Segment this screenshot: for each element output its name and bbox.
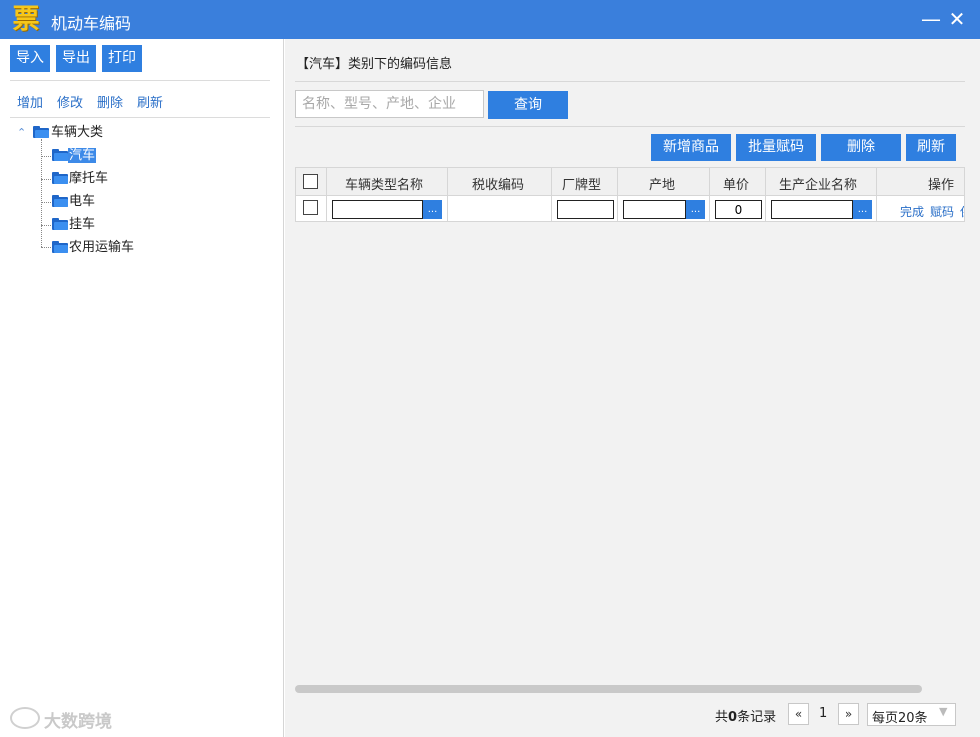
tree-connector (41, 156, 51, 157)
refresh-category-link[interactable]: 刷新 (137, 92, 163, 111)
window-title: 机动车编码 (51, 14, 132, 33)
column-header-maker: 生产企业名称 (779, 178, 858, 193)
divider (295, 126, 965, 127)
minimize-button[interactable]: — (918, 6, 944, 32)
edit-category-link[interactable]: 修改 (57, 92, 83, 111)
page-size-select[interactable]: 每页20条 ▼ (867, 703, 956, 726)
column-header-price: 单价 (723, 178, 750, 193)
tree-connector (41, 225, 51, 226)
column-header-model: 厂牌型 (562, 178, 602, 193)
invoice-logo-icon: 票 (12, 4, 40, 35)
tree-node-tram[interactable]: 电车 (69, 192, 95, 212)
close-button[interactable]: ✕ (944, 6, 970, 32)
new-item-button[interactable]: 新增商品 (651, 134, 731, 161)
refresh-button[interactable]: 刷新 (906, 134, 956, 161)
add-category-link[interactable]: 增加 (17, 92, 43, 111)
tree-node-root[interactable]: 车辆大类 (51, 123, 103, 143)
column-header-tax-code: 税收编码 (472, 178, 525, 193)
more-op-link[interactable]: 保存 (960, 203, 964, 220)
tree-node-motorcycle[interactable]: 摩托车 (69, 169, 108, 189)
model-input[interactable] (557, 200, 614, 219)
current-page[interactable]: 1 (819, 706, 827, 721)
watermark-logo-icon (10, 707, 40, 729)
column-header-name: 车辆类型名称 (345, 178, 424, 193)
column-header-origin: 产地 (649, 178, 676, 193)
delete-category-link[interactable]: 删除 (97, 92, 123, 111)
category-pane: 导入 导出 打印 增加 修改 删除 刷新 ⌃ 车辆大类 汽车 摩托车 电车 挂车… (0, 39, 284, 737)
tree-connector (41, 247, 51, 248)
row-checkbox[interactable] (303, 200, 318, 215)
column-header-ops: 操作 (928, 178, 955, 193)
vehicle-name-picker-button[interactable]: ... (423, 200, 442, 219)
tree-connector (41, 202, 51, 203)
prev-page-button[interactable]: « (788, 703, 809, 725)
folder-icon (52, 241, 68, 253)
folder-icon (52, 195, 68, 207)
export-button[interactable]: 导出 (56, 45, 96, 72)
complete-link[interactable]: 完成 (900, 203, 924, 220)
assign-code-link[interactable]: 赋码 (930, 203, 954, 220)
divider (10, 117, 270, 118)
watermark-text: 大数跨境 (44, 712, 112, 732)
tree-node-trailer[interactable]: 挂车 (69, 215, 95, 235)
page-size-value: 每页20条 (872, 711, 928, 726)
tree-connector (41, 179, 51, 180)
import-button[interactable]: 导入 (10, 45, 50, 72)
select-all-checkbox[interactable] (303, 174, 318, 189)
divider (295, 81, 965, 82)
collapse-toggle-icon[interactable]: ⌃ (17, 126, 26, 139)
record-count-value: 0 (728, 710, 738, 725)
batch-code-button[interactable]: 批量赋码 (736, 134, 816, 161)
origin-input[interactable] (623, 200, 686, 219)
horizontal-scrollbar[interactable] (295, 685, 922, 693)
tree-node-label: 汽车 (68, 148, 97, 163)
search-button[interactable]: 查询 (488, 91, 568, 119)
encoding-table: 车辆类型名称 税收编码 厂牌型 产地 单价 生产企业名称 操作 ... ... … (295, 167, 965, 222)
maker-input[interactable] (771, 200, 853, 219)
price-input[interactable] (715, 200, 762, 219)
folder-icon (52, 172, 68, 184)
delete-button[interactable]: 删除 (821, 134, 901, 161)
folder-icon (52, 218, 68, 230)
title-bar: 票 机动车编码 — ✕ (0, 0, 980, 39)
folder-icon (33, 126, 49, 138)
next-page-button[interactable]: » (838, 703, 859, 725)
chevron-down-icon: ▼ (939, 705, 948, 718)
tree-node-car[interactable]: 汽车 (68, 146, 97, 166)
divider (10, 80, 270, 81)
watermark: 大数跨境 (10, 705, 140, 732)
maker-picker-button[interactable]: ... (853, 200, 872, 219)
record-count: 共0条记录 (715, 710, 777, 725)
encoding-pane: 【汽车】类别下的编码信息 查询 新增商品 批量赋码 删除 刷新 车辆类型名称 税… (285, 39, 980, 737)
search-input[interactable] (295, 90, 484, 118)
vehicle-name-input[interactable] (332, 200, 423, 219)
origin-picker-button[interactable]: ... (686, 200, 705, 219)
tree-node-farm-vehicle[interactable]: 农用运输车 (69, 238, 134, 258)
section-title: 【汽车】类别下的编码信息 (296, 57, 453, 72)
folder-icon (52, 149, 68, 161)
print-button[interactable]: 打印 (102, 45, 142, 72)
